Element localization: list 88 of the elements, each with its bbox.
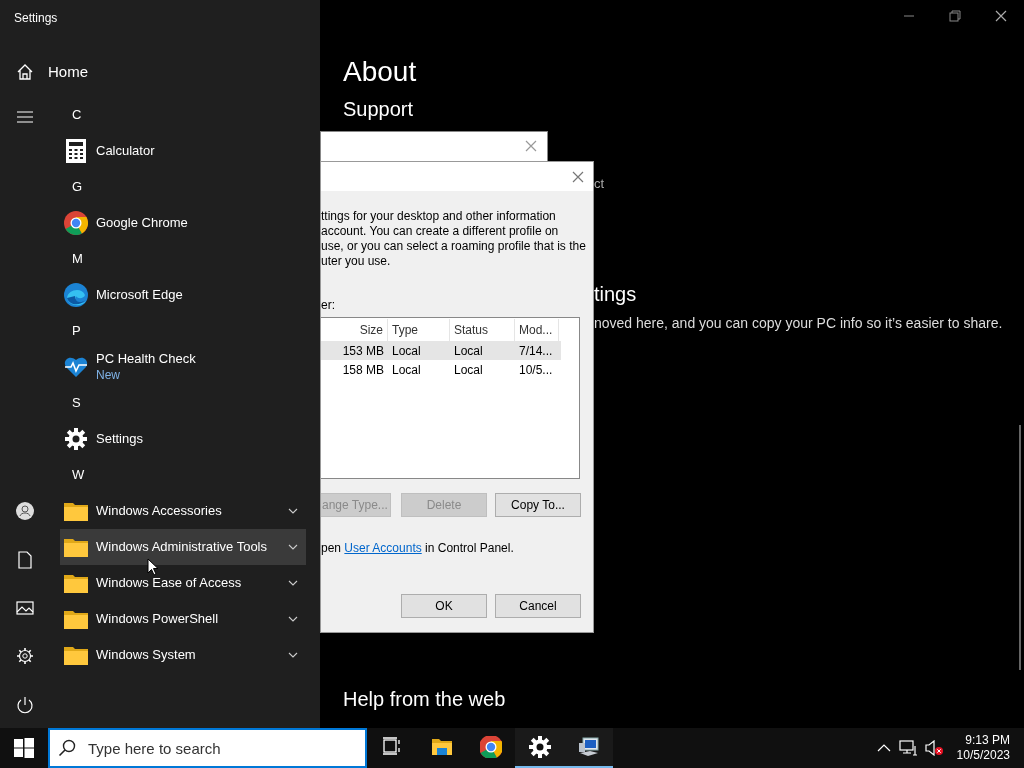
group-letter[interactable]: S (60, 385, 306, 421)
chrome-icon (64, 211, 88, 235)
dialog-description: ttings for your desktop and other information account. You can create a different profile on use, or you can select a roaming profile that is the uter you use. (321, 209, 586, 269)
cursor-icon (147, 558, 159, 576)
app-list-item[interactable]: Windows Ease of Access (60, 565, 306, 601)
chevron-down-icon[interactable] (288, 508, 298, 514)
support-text: ct (594, 175, 605, 193)
section-description: noved here, and you can copy your PC info so it’s easier to share. (594, 314, 1003, 333)
section-heading: Help from the web (343, 687, 506, 712)
document-icon[interactable] (16, 551, 34, 569)
scrollbar[interactable] (1019, 425, 1021, 670)
menu-icon[interactable] (16, 108, 34, 126)
clock-date: 10/5/2023 (956, 748, 1010, 763)
group-letter[interactable]: W (60, 457, 306, 493)
app-list-item[interactable]: Windows System (60, 637, 306, 673)
folder-icon (430, 736, 453, 758)
app-name: Windows PowerShell (96, 611, 220, 627)
dialog-button[interactable]: Copy To... (495, 493, 581, 517)
heart-pulse-icon (64, 355, 88, 379)
app-name: Google Chrome (96, 215, 189, 231)
chevron-down-icon[interactable] (288, 580, 298, 586)
ok-button[interactable]: OK (401, 594, 487, 618)
app-list-item[interactable]: Google Chrome (60, 205, 306, 241)
chrome-icon (479, 736, 502, 758)
picture-icon[interactable] (16, 599, 34, 617)
app-list-item[interactable]: Settings (60, 421, 306, 457)
app-list-item[interactable]: Windows Administrative Tools (60, 529, 306, 565)
taskbar-app-button[interactable] (515, 728, 564, 768)
control-panel-note: pen User Accounts in Control Panel. (321, 540, 514, 557)
home-icon[interactable] (16, 63, 34, 82)
cancel-button[interactable]: Cancel (495, 594, 581, 618)
app-name: PC Health Check (96, 351, 197, 367)
table-cell-text: Local (453, 342, 484, 360)
app-name: Windows Accessories (96, 503, 223, 519)
group-letter[interactable]: P (60, 313, 306, 349)
calculator-icon (64, 139, 88, 163)
list-label: er: (321, 297, 335, 314)
user-icon[interactable] (16, 502, 34, 520)
home-link[interactable]: Home (48, 61, 88, 84)
table-cell-text: Local (391, 342, 422, 360)
search-field[interactable]: Type here to search (48, 728, 367, 768)
chevron-down-icon[interactable] (288, 652, 298, 658)
table-cell-text: Local (453, 361, 484, 379)
new-label: New (96, 367, 121, 383)
search-icon (58, 739, 76, 757)
list-row[interactable]: 158 MB Local Local 10/5... (321, 360, 561, 379)
edge-icon (64, 283, 88, 307)
clock-time: 9:13 PM (965, 733, 1010, 748)
app-list-item[interactable]: Microsoft Edge (60, 277, 306, 313)
gear-icon (528, 736, 551, 758)
app-list-item[interactable]: Windows Accessories (60, 493, 306, 529)
window-title: Settings (14, 10, 58, 27)
chevron-down-icon[interactable] (288, 544, 298, 550)
windows-logo-icon (14, 738, 34, 758)
app-name: Windows Ease of Access (96, 575, 243, 591)
settings-icon[interactable] (16, 647, 34, 665)
group-letter[interactable]: G (60, 169, 306, 205)
app-list-item[interactable]: PC Health Check New (60, 349, 306, 385)
power-icon[interactable] (16, 696, 34, 714)
app-name: Windows Administrative Tools (96, 539, 268, 555)
group-letter[interactable]: M (60, 241, 306, 277)
list-row[interactable]: 153 MB Local Local 7/14... (321, 341, 561, 360)
table-cell-text: 158 MB (341, 361, 385, 379)
app-name: Settings (96, 431, 144, 447)
section-heading: tings (594, 282, 637, 307)
clock[interactable]: 9:13 PM 10/5/2023 (956, 733, 1010, 763)
taskbar-app-button[interactable] (564, 728, 613, 768)
app-name: Calculator (96, 143, 156, 159)
app-list-item[interactable]: Calculator (60, 133, 306, 169)
app-name: Microsoft Edge (96, 287, 184, 303)
chevron-up-icon[interactable] (876, 743, 891, 753)
section-heading: Support (343, 97, 415, 122)
user-accounts-link[interactable]: User Accounts (344, 541, 422, 555)
app-name: Windows System (96, 647, 197, 663)
table-cell-text: 153 MB (341, 342, 385, 360)
volume-muted-icon[interactable] (924, 740, 943, 756)
profile-list[interactable]: Size Type Status Mod... 153 MB Local Local 7/14... 158 MB Local Local 10/5... (321, 317, 580, 479)
page-title: About (343, 55, 417, 89)
close-icon[interactable] (572, 171, 584, 183)
computer-icon (577, 736, 600, 758)
table-cell-text: 10/5... (518, 361, 554, 379)
table-cell-text: 7/14... (518, 342, 554, 360)
group-letter[interactable]: C (60, 97, 306, 133)
table-cell-text: Local (391, 361, 422, 379)
app-list-item[interactable]: Windows PowerShell (60, 601, 306, 637)
close-icon[interactable] (525, 140, 537, 152)
network-icon[interactable] (898, 740, 917, 756)
chevron-down-icon[interactable] (288, 616, 298, 622)
